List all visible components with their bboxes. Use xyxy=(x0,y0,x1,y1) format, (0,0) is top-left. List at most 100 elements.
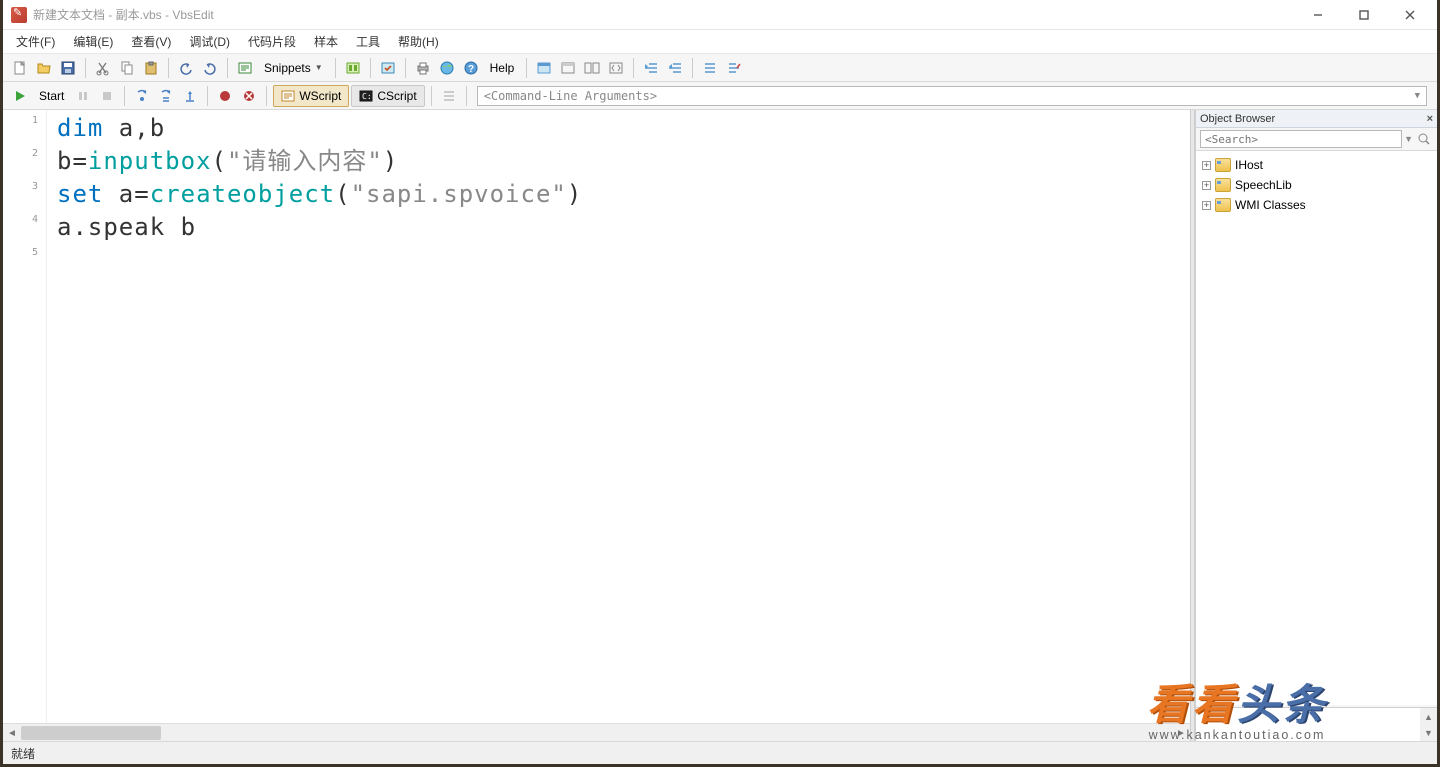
chevron-down-icon: ▼ xyxy=(315,63,323,72)
uncomment-icon[interactable] xyxy=(723,57,745,79)
menu-snippets[interactable]: 代码片段 xyxy=(239,30,305,53)
object-browser-details: ▲ ▼ xyxy=(1196,707,1437,741)
breakpoint-icon[interactable] xyxy=(214,85,236,107)
horizontal-scrollbar[interactable]: ◄ ► xyxy=(3,723,1190,741)
code-line[interactable]: set a=createobject("sapi.spvoice") xyxy=(57,178,1186,211)
cscript-label: CScript xyxy=(377,89,416,103)
object-browser-tree[interactable]: + IHost + SpeechLib + WMI Classes xyxy=(1196,150,1437,705)
tree-node[interactable]: + IHost xyxy=(1198,155,1435,175)
exe-icon[interactable] xyxy=(377,57,399,79)
start-label: Start xyxy=(39,89,64,103)
redo-icon[interactable] xyxy=(199,57,221,79)
list-icon[interactable] xyxy=(438,85,460,107)
scroll-thumb[interactable] xyxy=(21,726,161,740)
line-gutter: 12345 xyxy=(3,110,47,741)
chevron-down-icon[interactable]: ▼ xyxy=(1404,134,1413,144)
code-line[interactable]: dim a,b xyxy=(57,112,1186,145)
cmdline-placeholder: <Command-Line Arguments> xyxy=(484,89,657,103)
tree-node-label: SpeechLib xyxy=(1235,178,1292,192)
print-icon[interactable] xyxy=(412,57,434,79)
window4-icon[interactable] xyxy=(605,57,627,79)
step-out-icon[interactable] xyxy=(179,85,201,107)
close-panel-icon[interactable]: × xyxy=(1427,113,1433,125)
paste-icon[interactable] xyxy=(140,57,162,79)
start-button[interactable]: Start xyxy=(33,85,70,107)
step-into-icon[interactable] xyxy=(131,85,153,107)
search-find-icon[interactable] xyxy=(1415,130,1433,148)
menu-tools[interactable]: 工具 xyxy=(347,30,389,53)
toolbar-debug: Start WScript C: CScript <Command-Line A… xyxy=(3,82,1437,110)
menu-samples[interactable]: 样本 xyxy=(305,30,347,53)
expand-icon[interactable]: + xyxy=(1202,161,1211,170)
open-file-icon[interactable] xyxy=(33,57,55,79)
code-editor[interactable]: 12345 dim a,bb=inputbox("请输入内容")set a=cr… xyxy=(3,110,1190,741)
line-number: 3 xyxy=(3,178,46,211)
tree-node[interactable]: + SpeechLib xyxy=(1198,175,1435,195)
window3-icon[interactable] xyxy=(581,57,603,79)
code-line[interactable]: b=inputbox("请输入内容") xyxy=(57,145,1186,178)
cmdline-arguments-input[interactable]: <Command-Line Arguments> ▼ xyxy=(477,86,1427,106)
snippets-icon[interactable] xyxy=(234,57,256,79)
status-bar: 就绪 xyxy=(3,741,1437,764)
undo-icon[interactable] xyxy=(175,57,197,79)
code-line[interactable]: a.speak b xyxy=(57,211,1186,244)
minimize-button[interactable] xyxy=(1295,0,1341,30)
object-browser-search-row: ▼ xyxy=(1196,128,1437,150)
menu-edit[interactable]: 编辑(E) xyxy=(64,30,122,53)
step-over-icon[interactable] xyxy=(155,85,177,107)
stop-icon[interactable] xyxy=(96,85,118,107)
line-number: 4 xyxy=(3,211,46,244)
line-number: 5 xyxy=(3,244,46,277)
menu-bar: 文件(F) 编辑(E) 查看(V) 调试(D) 代码片段 样本 工具 帮助(H) xyxy=(3,30,1437,54)
snippets-button[interactable]: Snippets ▼ xyxy=(258,57,329,79)
menu-file[interactable]: 文件(F) xyxy=(7,30,64,53)
window-title: 新建文本文档 - 副本.vbs - VbsEdit xyxy=(33,6,214,23)
cut-icon[interactable] xyxy=(92,57,114,79)
scroll-up-icon[interactable]: ▲ xyxy=(1420,708,1437,725)
title-bar: 新建文本文档 - 副本.vbs - VbsEdit xyxy=(3,0,1437,30)
scroll-right-icon[interactable]: ► xyxy=(1172,724,1190,741)
menu-help[interactable]: 帮助(H) xyxy=(389,30,448,53)
wscript-button[interactable]: WScript xyxy=(273,85,349,107)
new-file-icon[interactable] xyxy=(9,57,31,79)
app-icon xyxy=(11,7,27,23)
tree-node-label: WMI Classes xyxy=(1235,198,1306,212)
tree-node[interactable]: + WMI Classes xyxy=(1198,195,1435,215)
menu-debug[interactable]: 调试(D) xyxy=(180,30,239,53)
code-line[interactable] xyxy=(57,244,1186,277)
library-icon xyxy=(1215,158,1231,172)
start-icon[interactable] xyxy=(9,85,31,107)
cscript-button[interactable]: C: CScript xyxy=(351,85,424,107)
indent-icon[interactable] xyxy=(640,57,662,79)
copy-icon[interactable] xyxy=(116,57,138,79)
scroll-down-icon[interactable]: ▼ xyxy=(1420,724,1437,741)
help-label: Help xyxy=(490,61,515,75)
comment-icon[interactable] xyxy=(699,57,721,79)
vertical-scrollbar[interactable]: ▲ ▼ xyxy=(1420,708,1437,741)
code-content[interactable]: dim a,bb=inputbox("请输入内容")set a=createob… xyxy=(53,110,1190,721)
status-text: 就绪 xyxy=(11,745,35,762)
console-icon: C: xyxy=(359,89,373,103)
close-button[interactable] xyxy=(1387,0,1433,30)
bookmark-icon[interactable] xyxy=(238,85,260,107)
window-icon[interactable] xyxy=(533,57,555,79)
script-icon xyxy=(281,89,295,103)
help-button[interactable]: Help xyxy=(484,57,521,79)
expand-icon[interactable]: + xyxy=(1202,201,1211,210)
outdent-icon[interactable] xyxy=(664,57,686,79)
expand-icon[interactable]: + xyxy=(1202,181,1211,190)
world-icon[interactable] xyxy=(436,57,458,79)
save-icon[interactable] xyxy=(57,57,79,79)
window-controls xyxy=(1295,0,1433,30)
line-number: 2 xyxy=(3,145,46,178)
pause-icon[interactable] xyxy=(72,85,94,107)
window2-icon[interactable] xyxy=(557,57,579,79)
menu-view[interactable]: 查看(V) xyxy=(122,30,180,53)
object-browser-search-input[interactable] xyxy=(1200,130,1402,148)
scroll-left-icon[interactable]: ◄ xyxy=(3,724,21,741)
samples-icon[interactable] xyxy=(342,57,364,79)
help-icon[interactable]: ? xyxy=(460,57,482,79)
tree-node-label: IHost xyxy=(1235,158,1263,172)
maximize-button[interactable] xyxy=(1341,0,1387,30)
library-icon xyxy=(1215,198,1231,212)
